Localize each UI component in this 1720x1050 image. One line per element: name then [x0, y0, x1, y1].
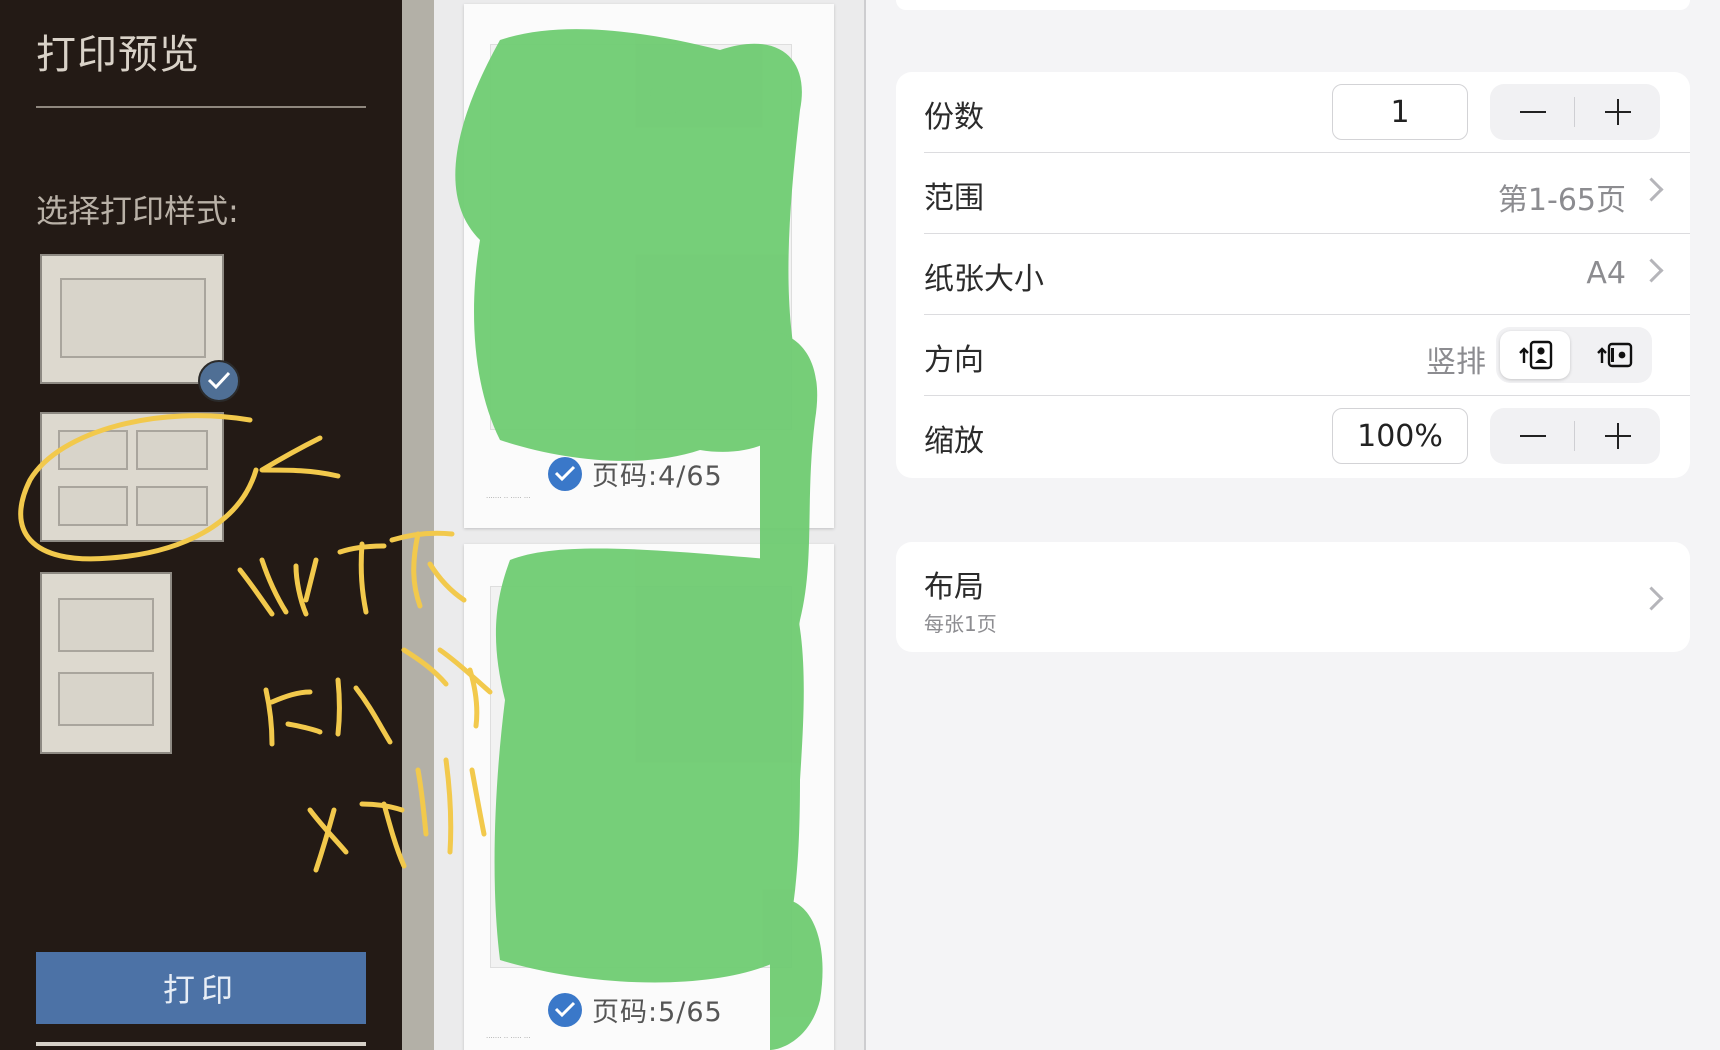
- page-content: [490, 586, 792, 968]
- scale-decrease-button[interactable]: [1490, 408, 1575, 464]
- range-row[interactable]: 范围 第1-65页: [896, 153, 1690, 234]
- page-label: 页码:4/65: [548, 454, 723, 493]
- page-number-text: 页码:5/65: [592, 997, 723, 1028]
- style-cell: [58, 486, 128, 526]
- page-check-icon[interactable]: [548, 992, 582, 1027]
- panel-divider: [402, 0, 434, 1050]
- layout-group[interactable]: 布局 每张1页: [896, 542, 1690, 652]
- paper-size-value: A4: [1586, 256, 1626, 291]
- range-label: 范围: [924, 181, 984, 216]
- page-preview-list[interactable]: ······· ·· ····· ··· 页码:4/65 ······· ·· …: [434, 0, 864, 1050]
- print-style-panel: 打印预览 选择打印样式: 打印: [0, 0, 402, 1050]
- chevron-right-icon: [1639, 586, 1664, 611]
- orientation-row: 方向 竖排: [896, 315, 1690, 396]
- copies-field[interactable]: 1: [1332, 84, 1468, 140]
- scale-stepper: [1490, 408, 1660, 464]
- landscape-button[interactable]: [1578, 331, 1648, 379]
- print-button[interactable]: 打印: [36, 952, 366, 1024]
- preview-page-5[interactable]: ······· ·· ····· ··· 页码:5/65: [464, 544, 834, 1050]
- style-cell: [58, 430, 128, 470]
- print-style-four-grid[interactable]: [40, 412, 224, 542]
- previous-group-edge: [896, 0, 1690, 10]
- print-options-group: 份数 1 范围 第1-65页 纸张大小 A4 方向 竖排 缩放 100%: [896, 72, 1690, 478]
- scale-row: 缩放 100%: [896, 396, 1690, 477]
- style-cell: [58, 598, 154, 652]
- copies-decrease-button[interactable]: [1490, 84, 1575, 140]
- scale-field[interactable]: 100%: [1332, 408, 1468, 464]
- title-divider: [36, 106, 366, 108]
- portrait-button[interactable]: [1500, 331, 1570, 379]
- print-preview-screen: 打印预览 选择打印样式: 打印 ······· ·· ····· ··· 页码:…: [0, 0, 1720, 1050]
- print-style-two-stacked[interactable]: [40, 572, 172, 754]
- page-footer-text: ······· ·· ····· ···: [486, 494, 531, 502]
- page-check-icon[interactable]: [548, 456, 582, 491]
- layout-subtitle: 每张1页: [924, 612, 997, 636]
- orientation-label: 方向: [924, 343, 984, 378]
- scale-label: 缩放: [924, 424, 984, 459]
- style-cell: [58, 672, 154, 726]
- scale-increase-button[interactable]: [1575, 408, 1660, 464]
- print-style-single[interactable]: [40, 254, 224, 384]
- landscape-icon: [1597, 342, 1633, 368]
- page-label: 页码:5/65: [548, 990, 723, 1029]
- copies-stepper: [1490, 84, 1660, 140]
- page-number-text: 页码:4/65: [592, 461, 723, 492]
- panel-title: 打印预览: [36, 32, 200, 78]
- preview-page-4[interactable]: ······· ·· ····· ··· 页码:4/65: [464, 4, 834, 528]
- secondary-button-edge: [36, 1042, 366, 1046]
- paper-size-label: 纸张大小: [924, 262, 1044, 297]
- copies-label: 份数: [924, 100, 984, 135]
- page-content: [490, 44, 792, 430]
- layout-label: 布局: [924, 570, 984, 605]
- portrait-icon: [1519, 340, 1553, 370]
- style-prompt: 选择打印样式:: [36, 192, 239, 230]
- style-cell: [136, 430, 208, 470]
- print-settings-panel: 份数 1 范围 第1-65页 纸张大小 A4 方向 竖排 缩放 100% 布局 …: [866, 0, 1720, 1050]
- orientation-toggle: [1496, 327, 1652, 383]
- style-cell: [136, 486, 208, 526]
- orientation-value: 竖排: [1426, 345, 1486, 380]
- chevron-right-icon: [1639, 177, 1664, 202]
- chevron-right-icon: [1639, 258, 1664, 283]
- range-value: 第1-65页: [1497, 183, 1626, 218]
- copies-row: 份数 1: [896, 72, 1690, 153]
- paper-size-row[interactable]: 纸张大小 A4: [896, 234, 1690, 315]
- style-cell: [60, 278, 206, 358]
- page-footer-text: ······· ·· ····· ···: [486, 1034, 531, 1042]
- selected-check-icon: [198, 360, 240, 402]
- copies-increase-button[interactable]: [1575, 84, 1660, 140]
